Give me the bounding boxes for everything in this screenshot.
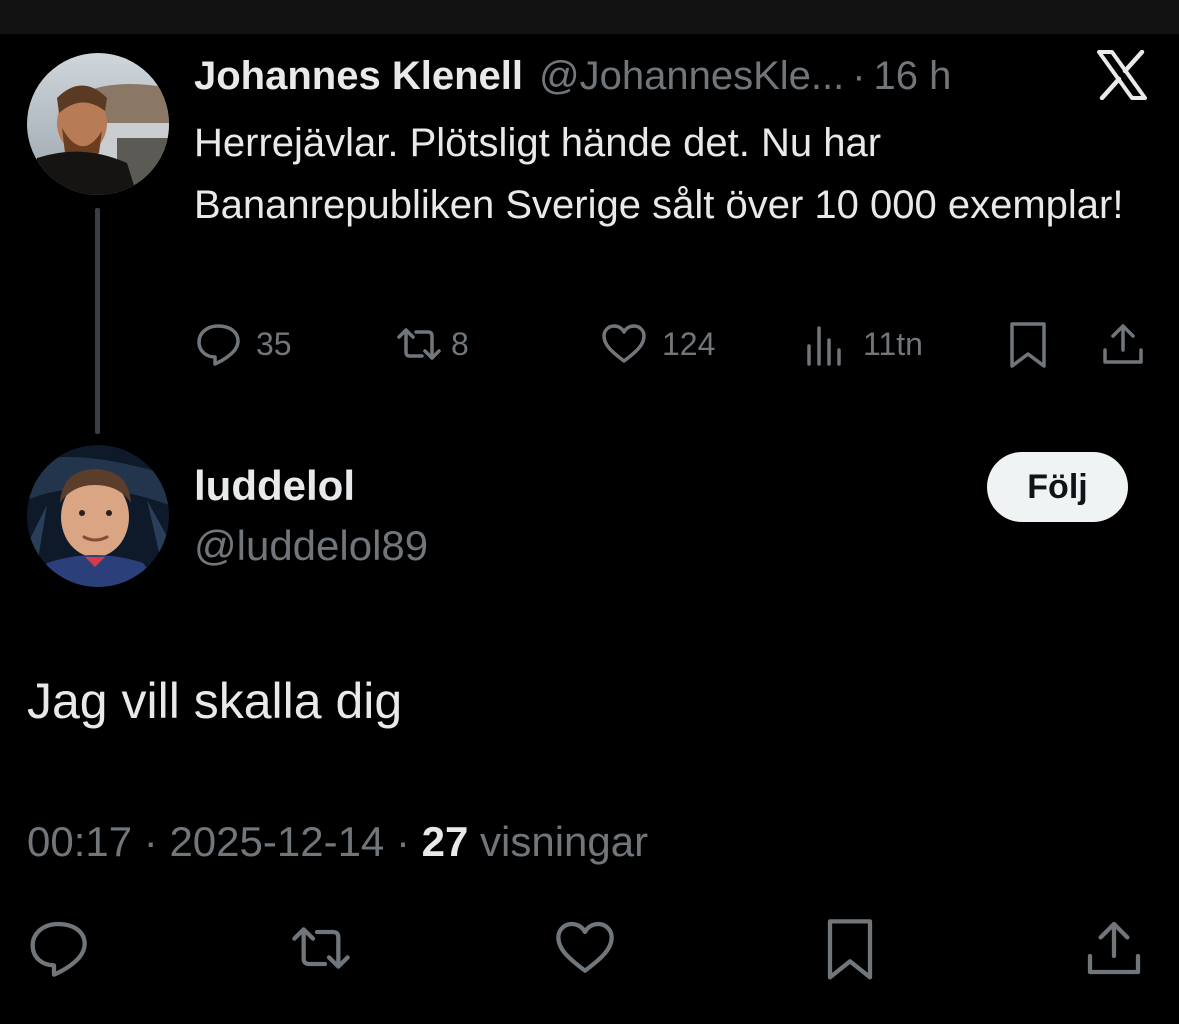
bookmark-icon — [1010, 322, 1046, 368]
share-icon — [1087, 921, 1141, 975]
views-count: 11tn — [863, 325, 923, 362]
author-handle[interactable]: @luddelol89 — [194, 522, 428, 570]
avatar-photo — [27, 53, 169, 195]
reply-icon — [197, 324, 240, 366]
tweet-meta: 00:17 · 2025-12-14 · 27 visningar — [27, 818, 648, 866]
separator: · — [143, 818, 158, 865]
analytics-icon — [807, 326, 841, 366]
share-button[interactable] — [1082, 916, 1146, 980]
views-button[interactable]: 11tn — [801, 318, 923, 370]
share-icon — [1103, 324, 1143, 364]
tweet-actions — [0, 916, 1179, 980]
like-button[interactable]: 124 — [600, 318, 715, 370]
avatar-photo — [27, 445, 169, 587]
reply-icon — [30, 921, 87, 977]
avatar[interactable] — [27, 53, 169, 195]
like-count: 124 — [662, 325, 716, 362]
tweet-date[interactable]: 2025-12-14 — [169, 818, 384, 865]
bookmark-button[interactable] — [818, 916, 882, 980]
tweet-header: Johannes Klenell @JohannesKle... · 16 h — [194, 52, 951, 100]
heart-icon — [602, 324, 646, 363]
tweet-text: Herrejävlar. Plötsligt hände det. Nu har… — [194, 121, 1124, 227]
tweet-actions: 35 8 124 11tn — [0, 318, 1179, 370]
x-logo-icon[interactable] — [1096, 50, 1148, 100]
heart-icon — [556, 921, 614, 973]
repost-icon — [397, 328, 441, 360]
repost-icon — [292, 927, 350, 969]
separator: · — [852, 53, 866, 98]
bookmark-icon — [827, 919, 873, 980]
avatar[interactable] — [27, 445, 169, 587]
bookmark-button[interactable] — [1004, 318, 1052, 370]
author-name[interactable]: Johannes Klenell — [194, 54, 523, 99]
separator: · — [395, 818, 410, 865]
author-handle[interactable]: @JohannesKle... — [539, 54, 844, 99]
repost-button[interactable]: 8 — [395, 318, 469, 370]
reply-count: 35 — [256, 325, 292, 362]
reply-button[interactable]: 35 — [194, 318, 292, 370]
repost-count: 8 — [451, 325, 469, 362]
author-name[interactable]: luddelol — [194, 462, 355, 510]
repost-button[interactable] — [289, 916, 353, 980]
tweet-text: Jag vill skalla dig — [27, 673, 403, 729]
tweet-time[interactable]: 16 h — [874, 54, 952, 99]
tweet-time[interactable]: 00:17 — [27, 818, 132, 865]
reply-button[interactable] — [26, 916, 90, 980]
views-label: visningar — [480, 818, 649, 865]
like-button[interactable] — [553, 916, 617, 980]
status-bar — [0, 0, 1179, 34]
views-count: 27 — [421, 818, 469, 865]
share-button[interactable] — [1099, 318, 1147, 370]
follow-button[interactable]: Följ — [987, 452, 1128, 522]
